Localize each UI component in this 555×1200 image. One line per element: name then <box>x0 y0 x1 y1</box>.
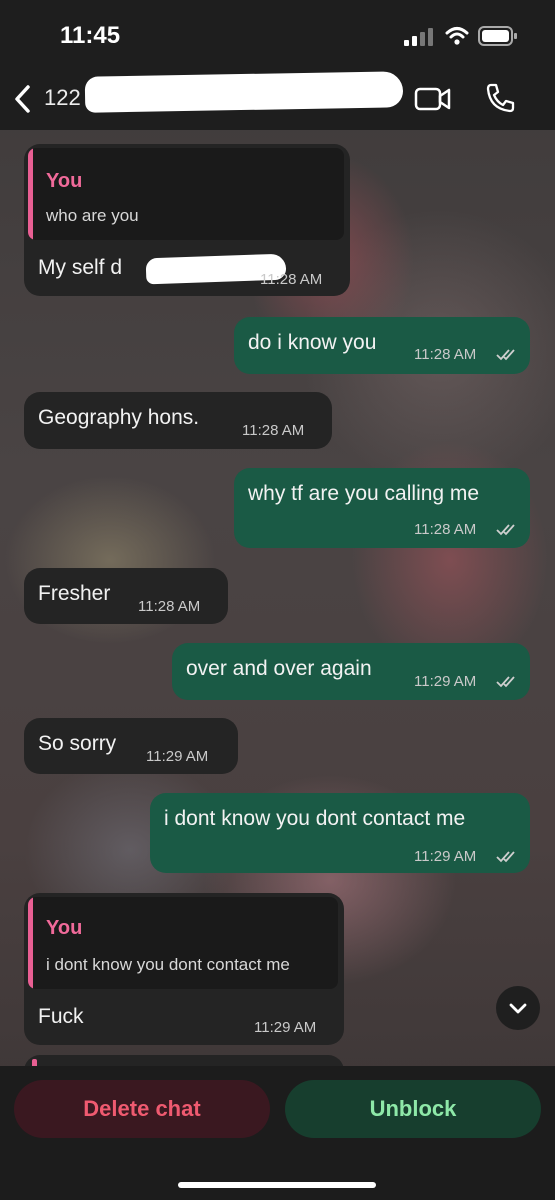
status-bar: 11:45 <box>0 0 555 70</box>
message-time: 11:28 AM <box>260 271 323 288</box>
scroll-to-bottom-button[interactable] <box>496 986 540 1030</box>
incoming-message[interactable]: You i dont know you dont contact me Fuck… <box>24 893 344 1045</box>
message-time: 11:29 AM <box>146 748 209 765</box>
message-time: 11:29 AM <box>254 1019 317 1036</box>
outgoing-message[interactable]: do i know you 11:28 AM <box>234 317 530 374</box>
chat-header: 122 <box>0 70 555 130</box>
message-text: My self d <box>38 256 123 279</box>
outgoing-message[interactable]: i dont know you dont contact me 11:29 AM <box>150 793 530 873</box>
phone-call-icon[interactable] <box>484 82 516 114</box>
contact-name[interactable]: 122 <box>44 85 81 111</box>
quote-text: who are you <box>46 206 139 225</box>
signal-icon <box>404 28 433 46</box>
message-time: 11:28 AM <box>138 598 201 615</box>
quote-text: i dont know you dont contact me <box>46 955 290 974</box>
message-text: why tf are you calling me <box>248 482 480 505</box>
outgoing-message[interactable]: why tf are you calling me 11:28 AM <box>234 468 530 548</box>
incoming-message[interactable]: Fresher 11:28 AM <box>24 568 228 624</box>
delete-chat-button[interactable]: Delete chat <box>14 1080 270 1138</box>
quote-accent-bar <box>28 897 33 989</box>
read-receipt-icon <box>496 676 515 688</box>
quote-author: You <box>46 170 83 192</box>
home-indicator[interactable] <box>178 1182 376 1188</box>
incoming-message[interactable]: So sorry 11:29 AM <box>24 718 238 774</box>
status-time: 11:45 <box>60 22 121 49</box>
chat-screen: 11:45 122 You who are you My self d 11:2… <box>0 0 555 1200</box>
outgoing-message[interactable]: over and over again 11:29 AM <box>172 643 530 700</box>
message-text: Geography hons. <box>38 406 200 429</box>
quote-author: You <box>46 917 83 939</box>
message-text: Fresher <box>38 582 111 605</box>
message-time: 11:28 AM <box>242 422 305 439</box>
message-text: So sorry <box>38 732 117 755</box>
quoted-reply[interactable]: You i dont know you dont contact me <box>28 897 338 989</box>
message-text: Fuck <box>38 1005 84 1028</box>
read-receipt-icon <box>496 851 515 863</box>
blocked-contact-actions: Delete chat Unblock <box>0 1066 555 1200</box>
message-text: i dont know you dont contact me <box>164 807 466 830</box>
quoted-reply[interactable]: You who are you <box>28 148 344 240</box>
battery-icon <box>478 26 517 46</box>
message-time: 11:28 AM <box>414 346 477 363</box>
read-receipt-icon <box>496 349 515 361</box>
video-call-icon[interactable] <box>414 86 452 112</box>
redaction-scribble <box>84 71 404 113</box>
message-time: 11:29 AM <box>414 673 477 690</box>
incoming-message[interactable]: You who are you My self d 11:28 AM <box>24 144 350 296</box>
unblock-button[interactable]: Unblock <box>285 1080 541 1138</box>
message-time: 11:28 AM <box>414 521 477 538</box>
message-time: 11:29 AM <box>414 848 477 865</box>
message-text: do i know you <box>248 331 377 354</box>
wifi-icon <box>445 27 469 45</box>
read-receipt-icon <box>496 524 515 536</box>
incoming-message[interactable]: Geography hons. 11:28 AM <box>24 392 332 449</box>
back-chevron-icon[interactable] <box>12 84 34 114</box>
quote-accent-bar <box>28 148 33 240</box>
chevron-down-icon <box>509 1003 527 1014</box>
message-text: over and over again <box>186 657 372 680</box>
